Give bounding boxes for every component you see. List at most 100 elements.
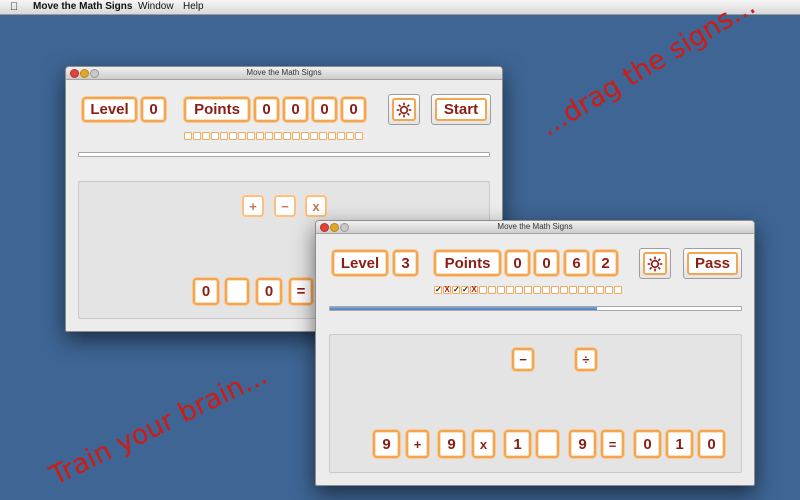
result-box [184,132,192,140]
equation-digit: 9 [373,430,400,458]
game-board: − ÷ 9 +9 x 1 9 = 0 1 0 [329,334,742,473]
result-boxes [184,132,364,140]
level-value: 3 [393,250,418,276]
menu-help[interactable]: Help [183,0,204,14]
result-box [319,132,327,140]
equation-digit: 0 [698,430,725,458]
result-box [328,132,336,140]
result-box [265,132,273,140]
points-label: Points [434,250,501,276]
result-box [551,286,559,294]
points-digit: 0 [341,97,366,122]
result-box: X [443,285,451,294]
window-back-titlebar[interactable]: Move the Math Signs [66,67,502,80]
equation-digit: 9 [569,430,596,458]
result-box [605,286,613,294]
points-digit: 0 [505,250,530,276]
points-label: Points [184,97,250,122]
result-boxes: ✓ X ✓ ✓ X [434,286,623,294]
result-box [292,132,300,140]
window-title: Move the Math Signs [497,222,573,231]
result-box [193,132,201,140]
points-digit: 2 [593,250,618,276]
window-title: Move the Math Signs [246,68,322,77]
sign-times[interactable]: x [305,195,327,217]
result-box [560,286,568,294]
progress-fill [330,307,598,310]
result-box [256,132,264,140]
result-box [578,286,586,294]
equation-digit: 1 [504,430,531,458]
result-box [533,286,541,294]
sign-minus[interactable]: − [274,195,296,217]
window-front-titlebar[interactable]: Move the Math Signs [316,221,754,234]
result-box: ✓ [434,285,442,294]
settings-button[interactable] [388,94,420,125]
result-box [355,132,363,140]
result-box [587,286,595,294]
result-box [479,286,487,294]
equation-equals: = [601,430,624,458]
result-box [283,132,291,140]
equation-slot[interactable] [225,278,249,305]
level-value: 0 [141,97,166,122]
equation-equals: = [289,278,313,305]
level-label: Level [82,97,137,122]
sign-plus[interactable]: + [242,195,264,217]
equation-digit: 1 [666,430,693,458]
equation-digit: 0 [256,278,282,305]
points-digit: 0 [283,97,308,122]
sign-divide[interactable]: ÷ [575,348,597,371]
equation-sign[interactable]: + [406,430,429,458]
result-box [346,132,354,140]
result-box [614,286,622,294]
window-front: Move the Math Signs Level 3 Points 0 0 6… [315,220,755,486]
result-box [337,132,345,140]
menu-bar:  Move the Math Signs Window Help [0,0,800,15]
zoom-icon[interactable] [340,223,349,232]
equation-digit: 0 [634,430,661,458]
sign-minus[interactable]: − [512,348,534,371]
points-digit: 0 [534,250,559,276]
menu-app-name[interactable]: Move the Math Signs [33,0,132,14]
result-box [211,132,219,140]
result-box [497,286,505,294]
caption-train: Train your brain... [45,359,273,492]
result-box [202,132,210,140]
minimize-icon[interactable] [330,223,339,232]
pass-button-label: Pass [687,252,738,275]
result-box [596,286,604,294]
start-button-label: Start [435,98,487,121]
result-box: X [470,285,478,294]
start-button[interactable]: Start [431,94,491,125]
gear-icon [643,252,667,275]
result-box [542,286,550,294]
level-label: Level [332,250,388,276]
result-box [310,132,318,140]
caption-drag: ...drag the signs... [535,0,761,143]
menu-window[interactable]: Window [138,0,174,14]
result-box [506,286,514,294]
minimize-icon[interactable] [80,69,89,78]
result-box [569,286,577,294]
result-box [515,286,523,294]
equation-digit: 9 [438,430,465,458]
gear-icon [392,98,416,121]
progress-bar [78,152,490,157]
equation-sign[interactable]: x [472,430,495,458]
result-box: ✓ [461,285,469,294]
settings-button[interactable] [639,248,671,279]
result-box [238,132,246,140]
equation-row: 9 +9 x 1 9 = 0 1 0 [330,430,743,460]
equation-slot[interactable] [536,430,559,458]
result-box [524,286,532,294]
zoom-icon[interactable] [90,69,99,78]
points-digit: 0 [254,97,279,122]
points-digit: 0 [312,97,337,122]
close-icon[interactable] [70,69,79,78]
apple-icon[interactable]:  [10,0,18,14]
result-box [247,132,255,140]
result-box [274,132,282,140]
close-icon[interactable] [320,223,329,232]
pass-button[interactable]: Pass [683,248,742,279]
